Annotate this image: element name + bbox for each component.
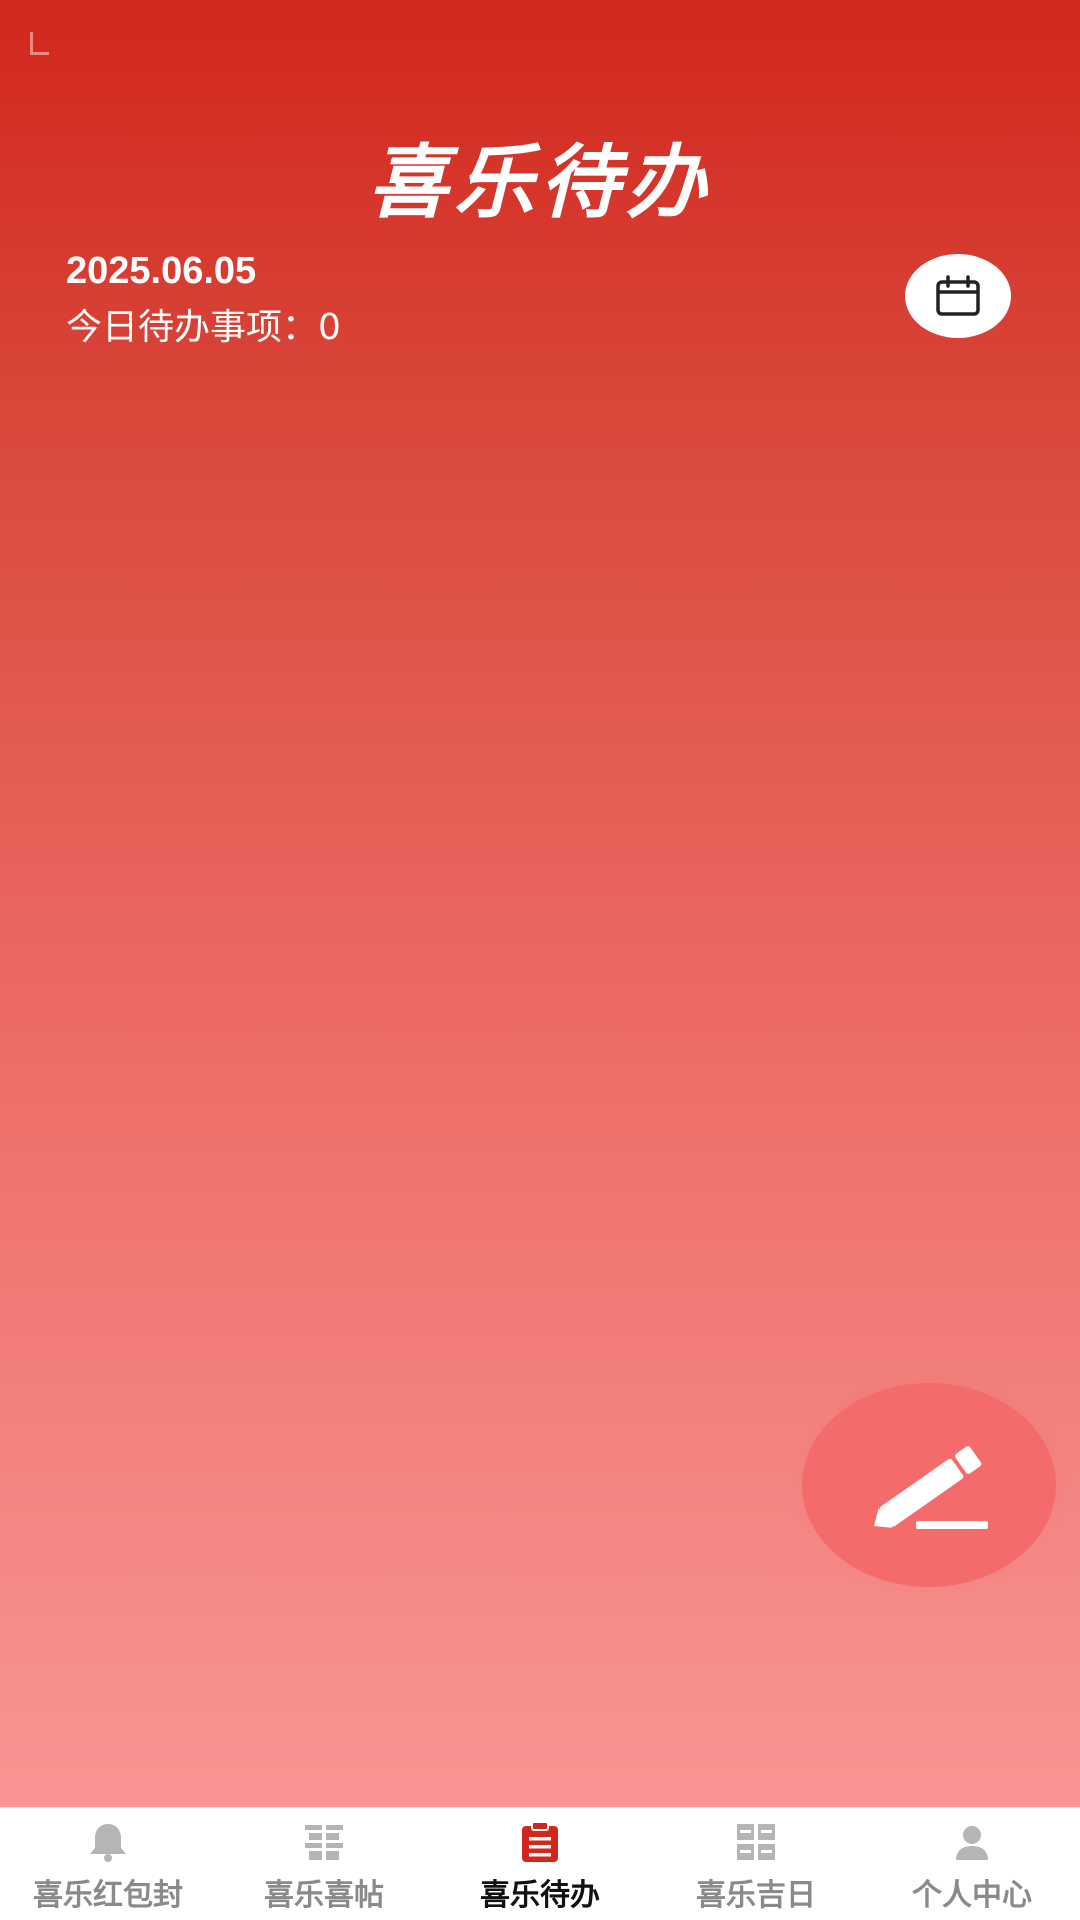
tab-label: 喜乐待办 [480,1878,600,1913]
bell-icon [84,1818,132,1866]
tab-label: 喜乐吉日 [696,1878,816,1913]
main-area: 喜乐待办 2025.06.05 今日待办事项：0 [0,0,1080,1807]
todo-count-label: 今日待办事项： [66,307,319,348]
todo-screen: 喜乐待办 2025.06.05 今日待办事项：0 喜乐红包封 喜乐喜帖 喜乐待办… [0,0,1080,1920]
pencil-icon [874,1446,988,1529]
status-indicator-icon [30,32,49,55]
tab-label: 喜乐喜帖 [264,1878,384,1913]
bottom-tab-bar: 喜乐红包封 喜乐喜帖 喜乐待办 喜乐吉日 个人中心 [0,1807,1080,1920]
double-happiness-icon [300,1818,348,1866]
tab-todo[interactable]: 喜乐待办 [432,1808,648,1920]
happiness-character-icon [732,1818,780,1866]
clipboard-icon [516,1818,564,1866]
tab-auspicious-day[interactable]: 喜乐吉日 [648,1808,864,1920]
calendar-button[interactable] [905,254,1011,338]
page-title: 喜乐待办 [368,136,712,229]
user-icon [948,1818,996,1866]
todo-count-row: 今日待办事项：0 [66,298,341,350]
tab-red-envelope[interactable]: 喜乐红包封 [0,1808,216,1920]
current-date: 2025.06.05 [66,250,257,292]
calendar-icon [936,275,980,316]
tab-label: 个人中心 [912,1878,1032,1913]
todo-count-value: 0 [318,307,341,348]
tab-profile[interactable]: 个人中心 [864,1808,1080,1920]
tab-invitation[interactable]: 喜乐喜帖 [216,1808,432,1920]
tab-label: 喜乐红包封 [33,1878,183,1913]
add-todo-button[interactable] [802,1383,1056,1587]
